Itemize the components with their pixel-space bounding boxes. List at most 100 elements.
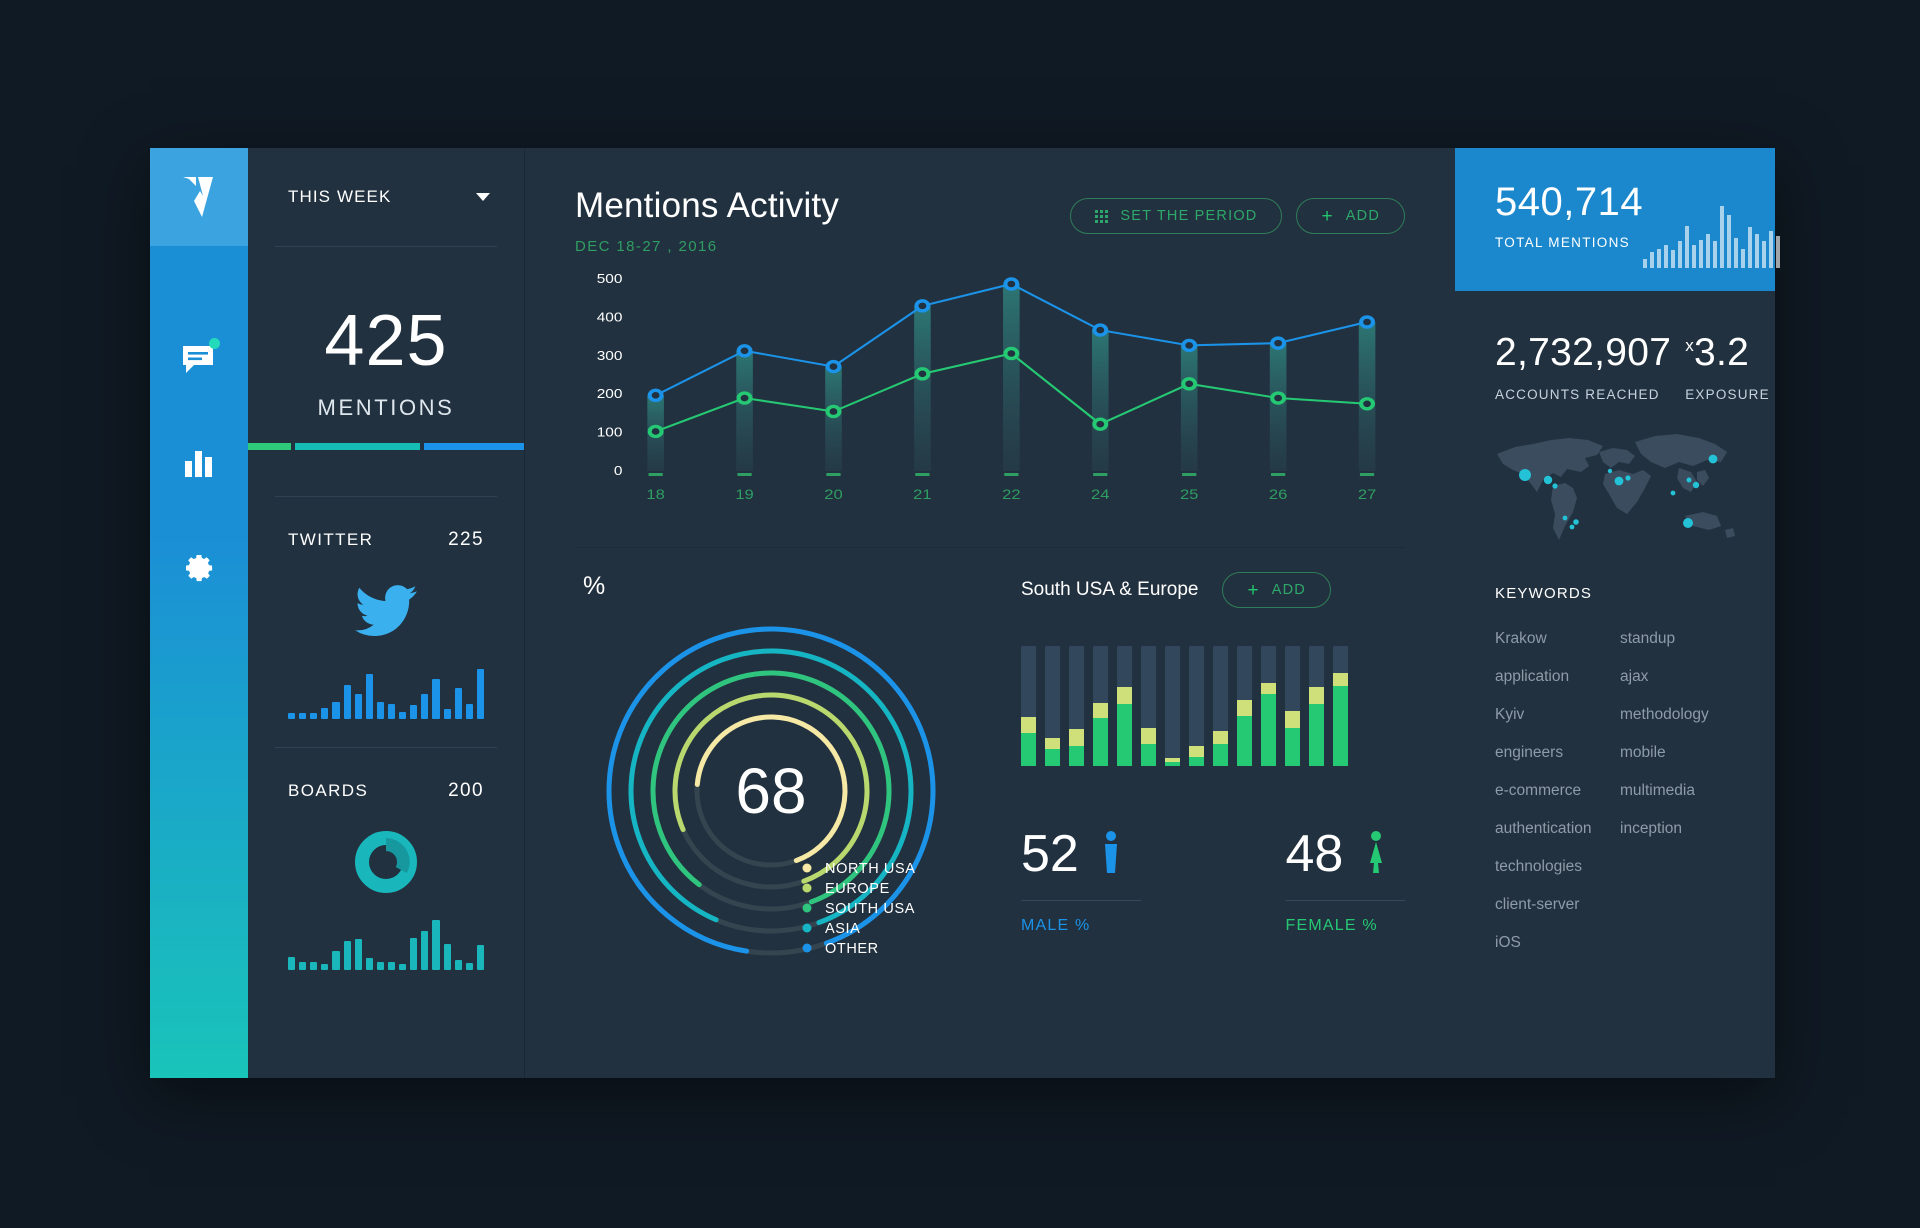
stacked-bar-column xyxy=(1309,646,1324,766)
sparkline-bar xyxy=(476,669,484,719)
stacked-bar-column xyxy=(1045,646,1060,766)
brand-v-logo[interactable] xyxy=(150,148,248,246)
data-point[interactable] xyxy=(1359,397,1376,411)
data-point[interactable] xyxy=(825,404,842,419)
add-label: ADD xyxy=(1345,208,1380,224)
female-figure-icon xyxy=(1365,830,1387,878)
keyword-item[interactable]: ajax xyxy=(1620,668,1735,686)
keyword-item[interactable]: iOS xyxy=(1495,934,1610,952)
reach-stats: 2,732,907 ACCOUNTS REACHED x3.2 EXPOSURE xyxy=(1455,291,1775,402)
keyword-item[interactable]: multimedia xyxy=(1620,782,1735,800)
boards-card-value: 200 xyxy=(448,780,484,801)
sidebar-rail xyxy=(150,148,248,1078)
period-selector[interactable]: THIS WEEK xyxy=(248,148,524,246)
legend-label[interactable]: OTHER xyxy=(825,941,879,957)
sparkline-bar xyxy=(1678,241,1683,268)
data-point[interactable] xyxy=(736,391,753,405)
sparkline-bar xyxy=(432,679,440,719)
x-axis-tick: 26 xyxy=(1269,487,1287,502)
female-label: FEMALE % xyxy=(1285,917,1378,934)
sparkline-bar xyxy=(354,694,362,719)
lower-section: % 68 NORTH USA EUROPE SOUTH USA ASIA OTHER So… xyxy=(525,548,1455,1078)
data-point[interactable] xyxy=(1270,391,1287,405)
keyword-item[interactable]: mobile xyxy=(1620,744,1735,762)
data-point[interactable] xyxy=(736,344,753,358)
data-point[interactable] xyxy=(1092,323,1109,337)
sparkline-bar xyxy=(410,937,418,970)
keywords-list: Krakow standup application ajax Kyiv methodol… xyxy=(1455,602,1775,952)
y-axis-tick: 0 xyxy=(614,464,623,479)
sidebar-item-messages[interactable] xyxy=(150,310,248,414)
sparkline-bar xyxy=(365,674,373,719)
keyword-item[interactable]: client-server xyxy=(1495,896,1610,914)
stacked-bar-lime xyxy=(1069,729,1084,746)
keyword-item[interactable]: authentication xyxy=(1495,820,1610,838)
stacked-bar-lime xyxy=(1333,673,1348,686)
keyword-item[interactable]: engineers xyxy=(1495,744,1610,762)
x-axis-tick: 25 xyxy=(1180,487,1198,502)
sparkline-bar xyxy=(454,960,462,970)
data-point[interactable] xyxy=(914,367,931,381)
keyword-item[interactable]: standup xyxy=(1620,630,1735,648)
right-panel: 540,714 TOTAL MENTIONS 2,732,907 ACCOUNT… xyxy=(1455,148,1781,1078)
sparkline-bar xyxy=(465,962,473,970)
keywords-title: KEYWORDS xyxy=(1495,585,1593,602)
legend-label[interactable]: SOUTH USA xyxy=(825,901,915,917)
keyword-item[interactable]: technologies xyxy=(1495,858,1610,876)
stacked-bar-column xyxy=(1021,646,1036,766)
data-point[interactable] xyxy=(914,299,931,313)
keyword-item[interactable]: Krakow xyxy=(1495,630,1610,648)
world-map xyxy=(1455,402,1775,551)
stacked-bar-column xyxy=(1237,646,1252,766)
keyword-item[interactable]: e-commerce xyxy=(1495,782,1610,800)
data-point[interactable] xyxy=(1003,346,1020,361)
mentions-value: 425 xyxy=(324,301,448,381)
legend-label[interactable]: NORTH USA xyxy=(825,861,916,877)
divider xyxy=(1021,900,1141,901)
sparkline-bar xyxy=(332,950,340,970)
divider xyxy=(1285,900,1405,901)
sidebar-item-settings[interactable] xyxy=(150,518,248,622)
x-axis-tick: 24 xyxy=(1091,487,1110,502)
exposure-row: x3.2 xyxy=(1685,333,1770,372)
boards-card-head: BOARDS 200 xyxy=(288,780,484,802)
data-point[interactable] xyxy=(1003,277,1020,291)
region-add-button[interactable]: + ADD xyxy=(1222,572,1331,608)
legend-label[interactable]: ASIA xyxy=(825,921,860,937)
sidebar-item-analytics[interactable] xyxy=(150,414,248,518)
add-button[interactable]: + ADD xyxy=(1296,198,1405,234)
male-label: MALE % xyxy=(1021,917,1091,934)
mentions-line-chart: 0 100 200 300 400 500 18 19 20 21 22 24 25 26 27 xyxy=(575,271,1405,521)
male-value: 52 xyxy=(1021,825,1079,883)
legend-dot xyxy=(802,883,812,893)
data-point[interactable] xyxy=(1092,417,1109,431)
rail-spacer-top xyxy=(150,246,248,310)
set-period-button[interactable]: SET THE PERIOD xyxy=(1070,198,1283,234)
y-axis-tick: 200 xyxy=(597,387,623,402)
center-panel: Mentions Activity DEC 18-27 , 2016 SET T… xyxy=(525,148,1455,1078)
data-point[interactable] xyxy=(825,359,842,374)
chevron-down-icon[interactable] xyxy=(476,193,490,201)
data-point[interactable] xyxy=(1270,336,1287,350)
x-axis-tick: 20 xyxy=(824,487,842,502)
data-point[interactable] xyxy=(1181,338,1198,353)
keyword-item[interactable]: application xyxy=(1495,668,1610,686)
keyword-item[interactable]: Kyiv xyxy=(1495,706,1610,724)
activity-bar xyxy=(1003,283,1020,471)
sparkline-bar xyxy=(310,961,318,970)
stacked-bar-lime xyxy=(1093,703,1108,718)
data-point[interactable] xyxy=(1181,377,1198,391)
data-point[interactable] xyxy=(1359,315,1376,329)
left-panel: THIS WEEK 425 MENTIONS TWITTER 225 BOARD… xyxy=(248,148,525,1078)
data-point[interactable] xyxy=(647,388,664,403)
region-title: South USA & Europe xyxy=(1021,579,1199,600)
sparkline-bar xyxy=(310,712,318,719)
stacked-bar-green xyxy=(1213,744,1228,766)
keyword-item[interactable]: methodology xyxy=(1620,706,1735,724)
sparkline-bar xyxy=(1650,252,1655,268)
data-point[interactable] xyxy=(647,424,664,439)
legend-label[interactable]: EUROPE xyxy=(825,881,890,897)
keyword-item[interactable]: inception xyxy=(1620,820,1735,838)
sparkline-bar xyxy=(1776,236,1781,268)
sparkline-bar xyxy=(1762,241,1767,268)
